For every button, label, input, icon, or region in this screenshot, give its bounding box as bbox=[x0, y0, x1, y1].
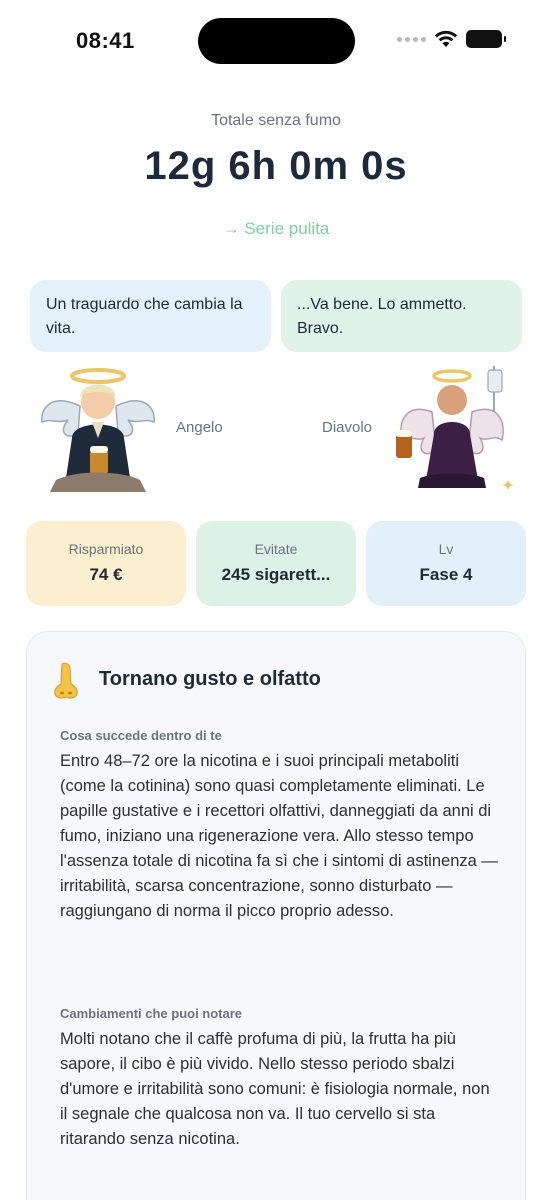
status-bar: 08:41 bbox=[0, 0, 552, 84]
signal-icon bbox=[397, 36, 426, 42]
avoided-cigarettes-card[interactable]: Evitate 245 sigarett... bbox=[196, 521, 356, 606]
total-label: Totale senza fumo bbox=[211, 112, 341, 129]
status-time: 08:41 bbox=[76, 28, 135, 53]
smoke-free-timer: 12g 6h 0m 0s bbox=[144, 144, 408, 188]
angel-name: Angelo bbox=[176, 419, 223, 436]
level-card[interactable]: Lv Fase 4 bbox=[366, 521, 526, 606]
devil-name: Diavolo bbox=[322, 419, 373, 436]
battery-icon bbox=[466, 30, 506, 48]
angel-avatar[interactable] bbox=[36, 362, 160, 496]
milestone-title: Tornano gusto e olfatto bbox=[99, 668, 321, 690]
level-value: Fase 4 bbox=[419, 565, 473, 584]
nose-icon bbox=[54, 662, 78, 699]
avoided-cigarettes-value: 245 sigarett... bbox=[221, 565, 331, 584]
inside-you-label: Cosa succede dentro di te bbox=[60, 728, 222, 743]
wifi-icon bbox=[434, 30, 458, 47]
status-icons bbox=[397, 30, 506, 48]
saved-money-label: Risparmiato bbox=[68, 541, 144, 557]
devil-speech-bubble: ...Va bene. Lo ammetto. Bravo. bbox=[281, 280, 522, 352]
saved-money-card[interactable]: Risparmiato 74 € bbox=[26, 521, 186, 606]
angel-speech-bubble: Un traguardo che cambia la vita. bbox=[30, 280, 271, 352]
avoided-cigarettes-label: Evitate bbox=[254, 541, 298, 557]
devil-avatar[interactable] bbox=[390, 362, 514, 496]
dynamic-island bbox=[198, 18, 355, 64]
saved-money-value: 74 € bbox=[89, 565, 123, 584]
level-label: Lv bbox=[438, 541, 454, 557]
milestone-card: Tornano gusto e olfatto Cosa succede den… bbox=[26, 631, 526, 1200]
changes-label: Cambiamenti che puoi notare bbox=[60, 1006, 243, 1021]
inside-you-text: Entro 48–72 ore la nicotina e i suoi pri… bbox=[60, 752, 498, 920]
clean-streak-link[interactable]: → Serie pulita bbox=[223, 219, 330, 239]
changes-text: Molti notano che il caffè profuma di più… bbox=[60, 1030, 490, 1148]
header: Totale senza fumo 12g 6h 0m 0s → Serie p… bbox=[0, 108, 552, 239]
